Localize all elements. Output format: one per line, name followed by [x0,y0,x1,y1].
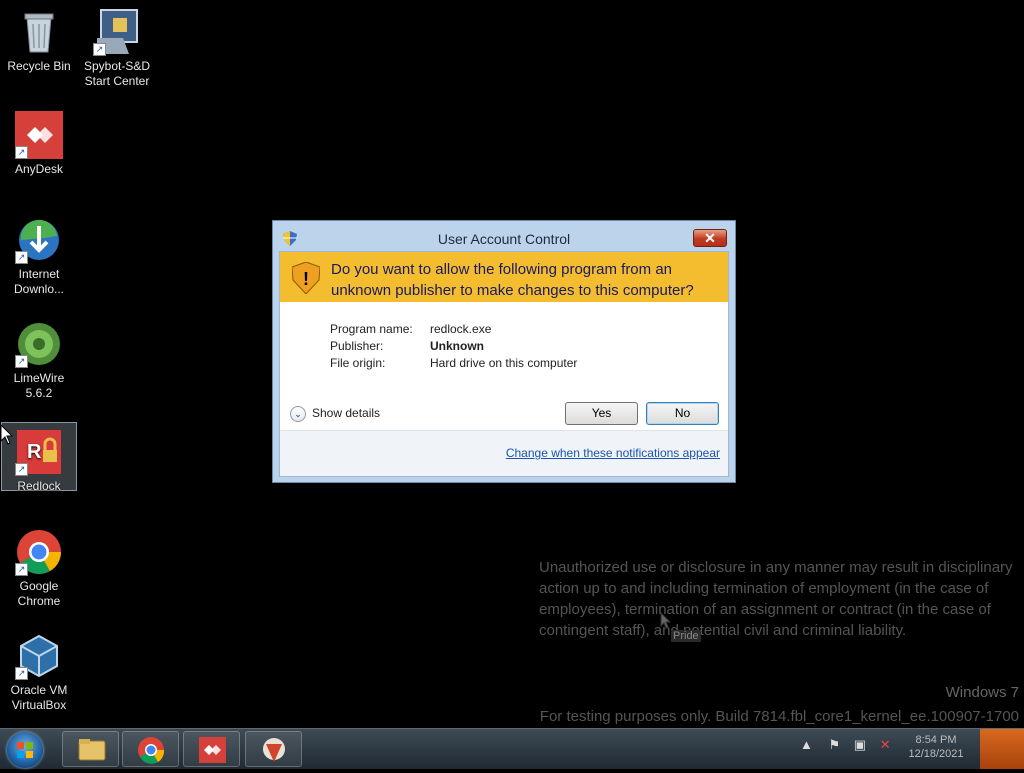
detail-row: File origin: Hard drive on this computer [280,356,728,373]
anydesk-icon: ↗ [15,111,63,159]
shortcut-arrow-icon: ↗ [15,251,28,264]
desktop-icon-spybot[interactable]: ↗ Spybot-S&D Start Center [80,8,154,89]
start-button[interactable] [7,732,43,768]
build-watermark: For testing purposes only. Build 7814.fb… [539,708,1019,725]
anydesk-icon [199,737,226,763]
desktop-icon-virtualbox[interactable]: ↗ Oracle VM VirtualBox [2,632,76,713]
chrome-icon: ↗ [15,528,63,576]
svg-text:R: R [27,441,42,463]
detail-key: Program name: [330,322,413,336]
app-icon [263,738,285,762]
recycle-bin-icon [15,8,63,56]
volume-muted-icon[interactable]: ✕ [880,737,891,752]
clock-date: 12/18/2021 [908,748,964,760]
detail-value: Hard drive on this computer [430,356,578,370]
chevron-down-icon: ⌄ [290,406,306,422]
yes-button[interactable]: Yes [565,402,638,425]
show-details-label: Show details [312,406,381,421]
legal-notice: Unauthorized use or disclosure in any ma… [539,559,1013,639]
desktop-icon-google-chrome[interactable]: ↗ Google Chrome [2,528,76,609]
explorer-icon [78,739,106,761]
desktop-icon-label: AnyDesk [14,162,64,176]
desktop-icon-label: Internet Downlo... [13,267,65,296]
close-button[interactable]: ✕ [693,229,727,247]
show-desktop-button[interactable] [980,729,1024,769]
internet-download-manager-icon: ↗ [15,216,63,264]
desktop-icon-internet-download-manager[interactable]: ↗ Internet Downlo... [2,216,76,297]
taskbar-app[interactable] [245,731,302,767]
warning-banner: ! Do you want to allow the following pro… [280,252,728,302]
desktop-icon-label: Redlock [17,479,61,493]
taskbar: ▲ ⚑ ▣ ✕ 8:54 PM 12/18/2021 [0,728,1024,769]
limewire-icon: ↗ [15,320,63,368]
svg-text:!: ! [303,269,309,289]
shortcut-arrow-icon: ↗ [15,667,28,680]
detail-key: Publisher: [330,339,384,353]
clock-time: 8:54 PM [915,734,957,746]
windows-logo-icon [17,742,33,758]
system-tray: ▲ ⚑ ▣ ✕ [800,737,891,753]
shortcut-arrow-icon: ↗ [15,355,28,368]
uac-dialog: User Account Control ✕ ! Do you want to … [272,220,736,483]
desktop-icon-label: LimeWire 5.6.2 [13,371,65,400]
network-icon[interactable]: ▣ [854,737,866,752]
desktop-icon-label: Google Chrome [17,579,61,608]
mouse-cursor-icon [660,612,672,629]
show-hidden-icons-icon[interactable]: ▲ [800,737,813,752]
warning-shield-icon: ! [292,262,320,294]
desktop-icon-limewire[interactable]: ↗ LimeWire 5.6.2 [2,320,76,401]
taskbar-anydesk[interactable] [183,731,240,767]
no-button[interactable]: No [646,402,719,425]
virtualbox-icon: ↗ [15,632,63,680]
program-details: Program name: redlock.exe Publisher: Unk… [280,322,728,373]
detail-row: Publisher: Unknown [280,339,728,356]
dialog-titlebar: User Account Control ✕ [273,221,735,251]
taskbar-explorer[interactable] [62,731,119,767]
desktop-icon-label: Recycle Bin [7,59,71,73]
desktop-icon-label: Oracle VM VirtualBox [10,683,68,712]
spybot-icon: ↗ [93,8,141,56]
shortcut-arrow-icon: ↗ [15,463,28,476]
uac-question: Do you want to allow the following progr… [331,261,694,299]
show-details-toggle[interactable]: ⌄ Show details [290,406,380,422]
windows-version-label: Windows 7 [945,684,1019,701]
dialog-title: User Account Control [437,231,571,247]
chrome-icon [138,737,165,764]
redlock-icon: R ↗ [15,428,63,476]
detail-row: Program name: redlock.exe [280,322,728,339]
mouse-cursor-icon [0,424,14,445]
change-notifications-link[interactable]: Change when these notifications appear [506,446,720,460]
action-center-flag-icon[interactable]: ⚑ [829,737,841,752]
cursor-tooltip: Pride [671,630,701,642]
desktop-icon-recycle-bin[interactable]: Recycle Bin [2,8,76,74]
shortcut-arrow-icon: ↗ [15,563,28,576]
desktop-icon-label: Spybot-S&D Start Center [83,59,151,88]
taskbar-clock[interactable]: 8:54 PM 12/18/2021 [896,733,976,761]
taskbar-chrome[interactable] [122,731,179,767]
shortcut-arrow-icon: ↗ [15,146,28,159]
detail-value: Unknown [430,339,484,353]
detail-value: redlock.exe [430,322,492,336]
dialog-body: ! Do you want to allow the following pro… [279,251,729,477]
dialog-footer: Change when these notifications appear [280,430,728,476]
shortcut-arrow-icon: ↗ [93,43,106,56]
desktop-icon-anydesk[interactable]: ↗ AnyDesk [2,111,76,177]
detail-key: File origin: [330,356,386,370]
